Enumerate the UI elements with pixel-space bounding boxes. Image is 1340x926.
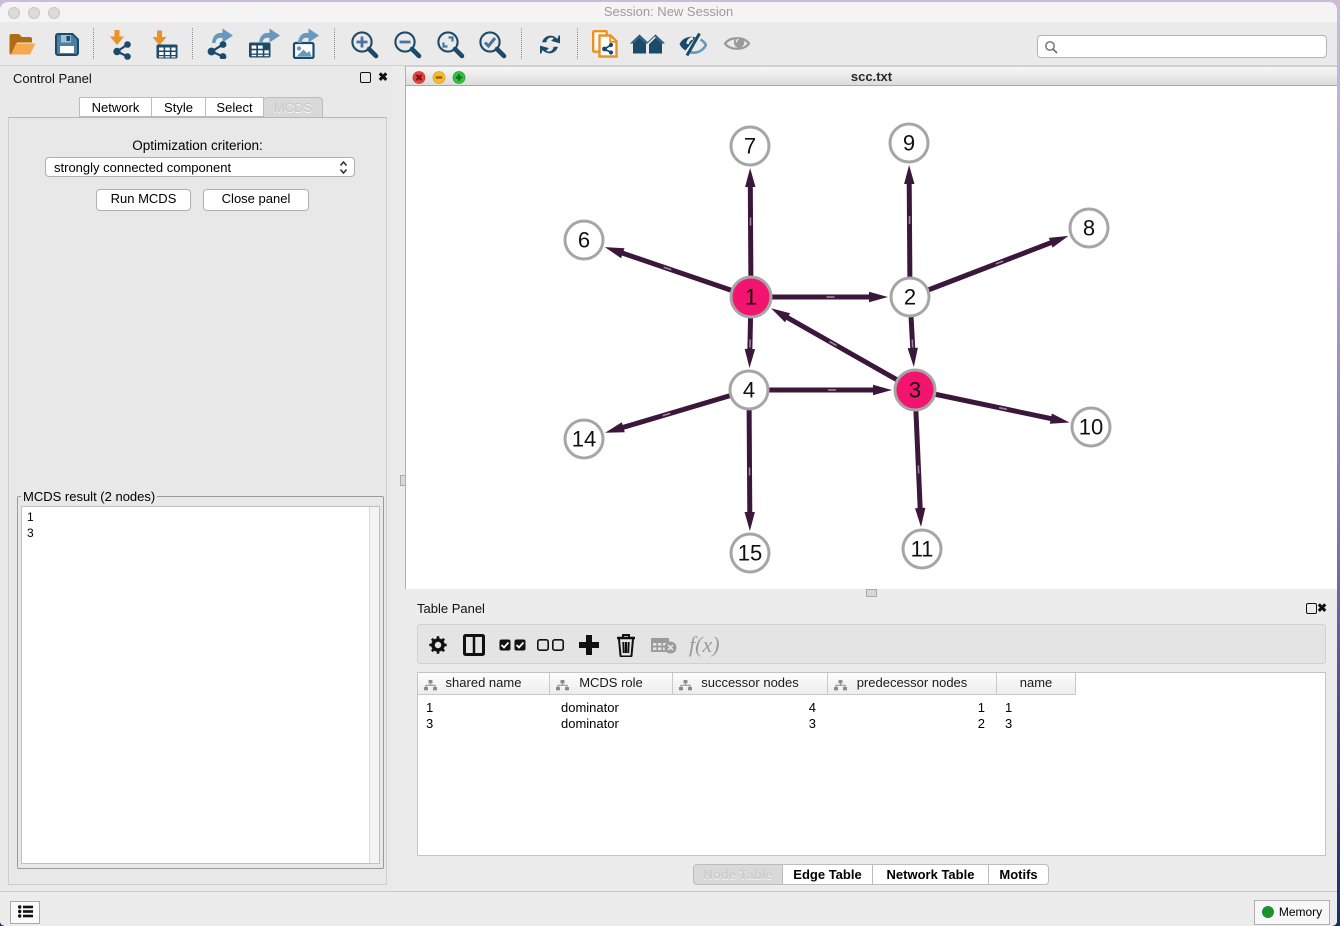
svg-text:11: 11 [911,537,934,562]
svg-text:8: 8 [1083,216,1095,241]
svg-text:1: 1 [745,285,757,310]
svg-text:10: 10 [1079,415,1103,440]
svg-text:7: 7 [744,134,756,159]
svg-text:6: 6 [578,228,590,253]
svg-text:15: 15 [738,541,762,566]
svg-text:4: 4 [743,378,755,403]
svg-text:9: 9 [903,131,915,156]
svg-text:14: 14 [572,427,596,452]
svg-text:2: 2 [904,285,916,310]
svg-text:3: 3 [909,378,921,403]
